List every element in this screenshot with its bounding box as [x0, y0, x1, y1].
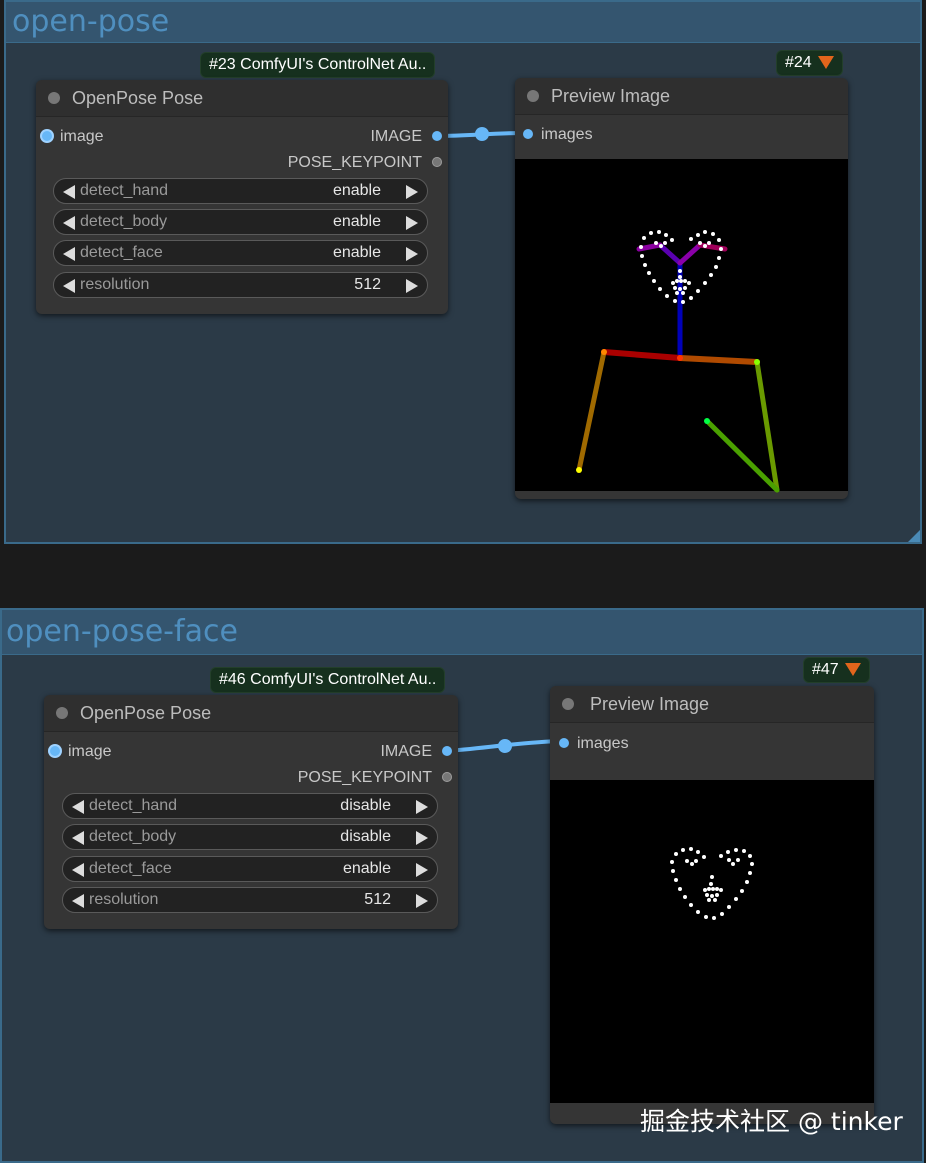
input-label-image: image: [68, 743, 112, 760]
input-slot-icon[interactable]: [559, 738, 569, 748]
openpose-node[interactable]: OpenPose Pose image IMAGE POSE_KEYPOINT …: [44, 695, 458, 929]
collapse-dot-icon[interactable]: [562, 698, 574, 710]
preview-image-node[interactable]: Preview Image images: [550, 686, 874, 1124]
node-title: Preview Image: [590, 694, 710, 714]
widget-value: disable: [340, 828, 391, 845]
output-slot-icon[interactable]: [442, 772, 452, 782]
widget-detect-hand[interactable]: detect_hand disable: [62, 793, 438, 819]
watermark-text: 掘金技术社区 @ tinker: [640, 1107, 903, 1136]
node-id: #47: [812, 661, 839, 678]
node-title-bar[interactable]: OpenPose Pose: [44, 695, 458, 732]
output-slot-icon[interactable]: [442, 746, 452, 756]
output-label-image: IMAGE: [380, 743, 432, 760]
node-id-badge: #46 ComfyUI's ControlNet Au..: [210, 667, 446, 693]
output-label-pose-keypoint: POSE_KEYPOINT: [297, 769, 432, 786]
chevron-right-icon[interactable]: [416, 831, 428, 845]
preview-image: [550, 780, 874, 1103]
chevron-right-icon[interactable]: [416, 894, 428, 908]
input-slot-icon[interactable]: [50, 746, 60, 756]
widget-value: disable: [340, 797, 391, 814]
node-title-bar[interactable]: Preview Image: [550, 686, 874, 723]
chevron-left-icon[interactable]: [72, 800, 84, 814]
widget-label: detect_body: [89, 828, 177, 845]
chevron-left-icon[interactable]: [72, 831, 84, 845]
collapse-dot-icon[interactable]: [56, 707, 68, 719]
widget-label: detect_face: [89, 860, 172, 877]
widget-resolution[interactable]: resolution 512: [62, 887, 438, 913]
node-title: OpenPose Pose: [80, 703, 212, 723]
widget-label: resolution: [89, 891, 159, 908]
node-id-badge: #47: [803, 657, 870, 683]
fox-icon: [844, 663, 861, 677]
widget-detect-body[interactable]: detect_body disable: [62, 824, 438, 850]
chevron-left-icon[interactable]: [72, 863, 84, 877]
input-label-images: images: [577, 735, 629, 752]
widget-value: enable: [342, 860, 391, 877]
widget-detect-face[interactable]: detect_face enable: [62, 856, 438, 882]
chevron-left-icon[interactable]: [72, 894, 84, 908]
openpose-face-image: [670, 847, 754, 920]
widget-label: detect_hand: [89, 797, 178, 814]
widget-value: 512: [364, 891, 391, 908]
chevron-right-icon[interactable]: [416, 863, 428, 877]
chevron-right-icon[interactable]: [416, 800, 428, 814]
